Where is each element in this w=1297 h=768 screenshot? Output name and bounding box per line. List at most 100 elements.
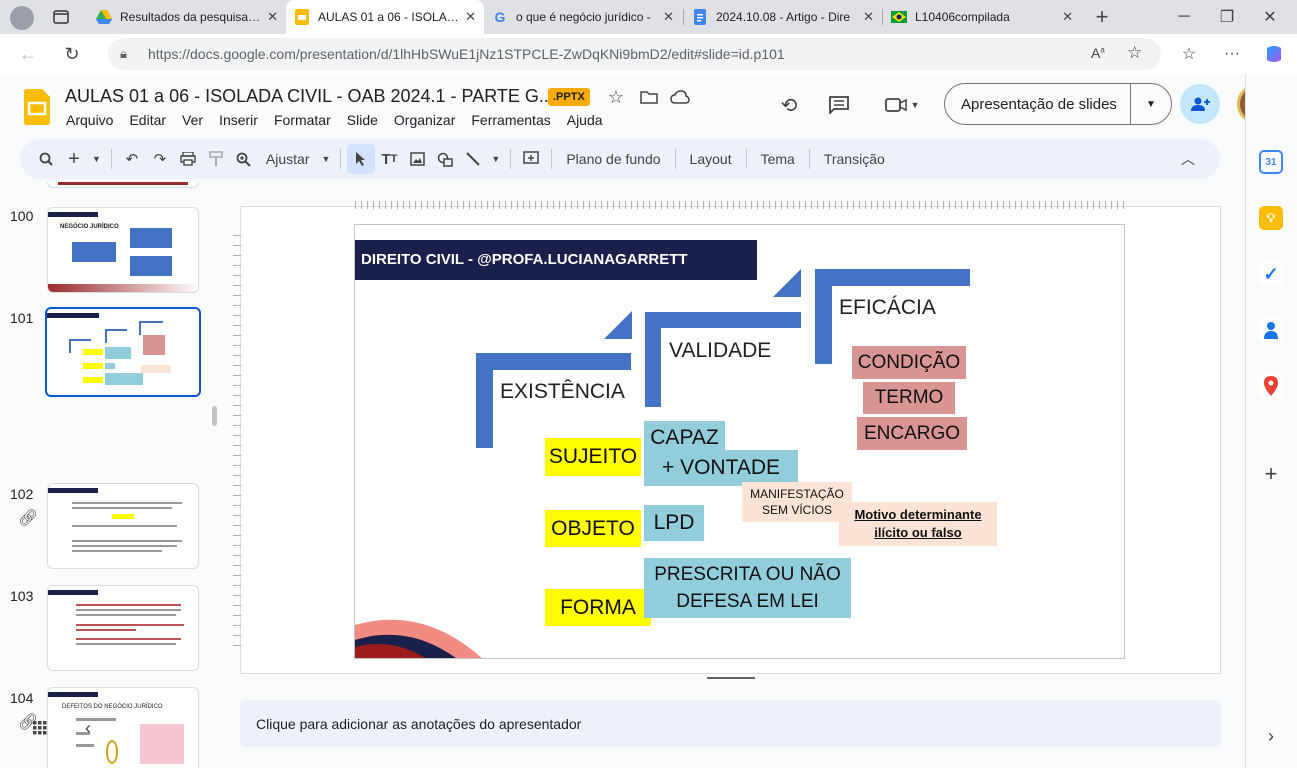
req-motivo: Motivo determinante ilícito ou falso <box>839 502 997 546</box>
meet-video-icon[interactable]: ▼ <box>880 92 924 118</box>
minimize-icon[interactable]: ─ <box>1172 5 1196 29</box>
close-tab-icon[interactable]: ✕ <box>267 9 278 25</box>
notes-resize-handle[interactable] <box>707 677 755 679</box>
decorative-swoosh <box>355 585 495 658</box>
browser-tab[interactable]: Resultados da pesquisa - G ✕ <box>88 0 286 34</box>
tab-actions-icon[interactable] <box>50 6 72 28</box>
browser-tab-active[interactable]: AULAS 01 a 06 - ISOLADA ✕ <box>286 0 484 34</box>
star-icon[interactable]: ☆ <box>605 86 627 108</box>
menu-arquivo[interactable]: Arquivo <box>58 112 121 128</box>
line-icon[interactable] <box>459 144 487 174</box>
site-info-icon[interactable]: 🔒︎ <box>120 46 127 62</box>
tab-title: L10406compilada <box>915 10 1010 24</box>
menu-ver[interactable]: Ver <box>174 112 211 128</box>
favorite-star-icon[interactable]: ☆ <box>1127 43 1142 63</box>
text-box-icon[interactable]: TT <box>375 144 403 174</box>
close-tab-icon[interactable]: ✕ <box>465 9 476 25</box>
slide-thumbnail[interactable]: NEGÓCIO JURÍDICO <box>47 207 199 293</box>
undo-icon[interactable]: ↶ <box>118 144 146 174</box>
url-field[interactable]: 🔒︎ https://docs.google.com/presentation/… <box>108 38 1161 70</box>
restore-icon[interactable]: ❐ <box>1215 5 1239 29</box>
reload-icon[interactable]: ↻ <box>60 42 84 66</box>
background-button[interactable]: Plano de fundo <box>558 151 668 167</box>
shape-icon[interactable] <box>431 144 459 174</box>
expand-panel-icon[interactable]: › <box>1259 724 1283 748</box>
select-cursor-icon[interactable] <box>347 144 376 174</box>
maps-icon[interactable] <box>1259 374 1283 398</box>
new-slide-icon[interactable]: + <box>60 144 88 174</box>
close-tab-icon[interactable]: ✕ <box>1062 9 1073 25</box>
step-label-validade: VALIDADE <box>669 339 772 362</box>
close-tab-icon[interactable]: ✕ <box>663 9 674 25</box>
menu-formatar[interactable]: Formatar <box>266 112 339 128</box>
back-icon[interactable]: ← <box>16 42 40 66</box>
add-addon-icon[interactable]: + <box>1259 461 1283 486</box>
comments-icon[interactable] <box>826 92 852 118</box>
zoom-dropdown-icon[interactable]: ▼ <box>318 144 335 174</box>
tasks-icon[interactable]: ✓ <box>1259 262 1283 286</box>
menu-ajuda[interactable]: Ajuda <box>559 112 611 128</box>
slide-thumbnail-selected[interactable] <box>45 307 201 397</box>
menu-editar[interactable]: Editar <box>121 112 174 128</box>
slideshow-dropdown-icon[interactable]: ▼ <box>1131 99 1171 110</box>
more-menu-icon[interactable]: ··· <box>1220 42 1244 66</box>
menu-inserir[interactable]: Inserir <box>211 112 266 128</box>
collapse-toolbar-icon[interactable]: ︿ <box>1174 144 1202 174</box>
version-history-icon[interactable]: ⟲ <box>776 92 802 118</box>
calendar-icon[interactable]: 31 <box>1259 150 1283 174</box>
grid-view-icon[interactable] <box>30 718 50 738</box>
print-icon[interactable] <box>174 144 202 174</box>
google-slides-logo-icon[interactable] <box>24 89 50 125</box>
keep-icon[interactable]: 💡︎ <box>1259 206 1283 230</box>
paint-format-icon[interactable] <box>202 144 230 174</box>
close-tab-icon[interactable]: ✕ <box>863 9 874 25</box>
menu-slide[interactable]: Slide <box>339 112 386 128</box>
close-window-icon[interactable]: ✕ <box>1258 5 1282 29</box>
insert-image-icon[interactable] <box>403 144 431 174</box>
slide-thumbnail-99[interactable] <box>47 182 199 188</box>
slide-header-text: DIREITO CIVIL - @PROFA.LUCIANAGARRETT <box>361 251 688 268</box>
req-prescrita: PRESCRITA OU NÃO DEFESA EM LEI <box>644 558 851 618</box>
menu-organizar[interactable]: Organizar <box>386 112 463 128</box>
req-manifestacao: MANIFESTAÇÃO SEM VÍCIOS <box>742 482 852 522</box>
slide-number: 102 <box>10 486 34 502</box>
document-title[interactable]: AULAS 01 a 06 - ISOLADA CIVIL - OAB 2024… <box>65 86 554 107</box>
slideshow-label[interactable]: Apresentação de slides <box>945 84 1131 124</box>
slide-number: 100 <box>10 208 34 224</box>
read-aloud-icon[interactable]: Aa <box>1091 45 1105 61</box>
slide-canvas[interactable]: DIREITO CIVIL - @PROFA.LUCIANAGARRETT EX… <box>354 224 1125 659</box>
search-menus-icon[interactable] <box>32 144 60 174</box>
slide-thumbnail[interactable] <box>47 585 199 671</box>
share-person-add-icon[interactable] <box>1180 84 1220 124</box>
speaker-notes[interactable]: Clique para adicionar as anotações do ap… <box>240 700 1221 747</box>
theme-button[interactable]: Tema <box>753 151 803 167</box>
redo-icon[interactable]: ↷ <box>146 144 174 174</box>
collapse-filmstrip-icon[interactable]: ‹ <box>78 718 98 738</box>
zoom-icon[interactable] <box>230 144 258 174</box>
cloud-status-icon[interactable] <box>668 86 692 108</box>
favorites-icon[interactable]: ☆ <box>1177 42 1201 66</box>
new-tab-icon[interactable]: + <box>1090 4 1114 29</box>
browser-tab[interactable]: 2024.10.08 - Artigo - Dire ✕ <box>684 0 882 34</box>
tab-title: Resultados da pesquisa - G <box>120 10 262 24</box>
arrow-notch-1 <box>604 311 632 339</box>
filmstrip-scrollbar[interactable] <box>212 406 217 426</box>
slide-thumbnail[interactable]: DEFEITOS DO NEGÓCIO JURÍDICO <box>47 687 199 768</box>
copilot-icon[interactable] <box>1262 42 1286 66</box>
new-slide-dropdown-icon[interactable]: ▼ <box>88 144 105 174</box>
line-dropdown-icon[interactable]: ▼ <box>487 144 504 174</box>
contacts-icon[interactable] <box>1259 318 1283 342</box>
menu-ferramentas[interactable]: Ferramentas <box>463 112 558 128</box>
browser-tab[interactable]: G o que é negócio jurídico - ✕ <box>484 0 682 34</box>
tab-title: o que é negócio jurídico - <box>516 10 651 24</box>
slide-thumbnail[interactable] <box>47 483 199 569</box>
slideshow-button[interactable]: Apresentação de slides ▼ <box>944 83 1172 125</box>
thumb-title: DEFEITOS DO NEGÓCIO JURÍDICO <box>62 704 163 710</box>
insert-comment-icon[interactable] <box>517 144 545 174</box>
browser-tab[interactable]: L10406compilada ✕ <box>883 0 1081 34</box>
layout-button[interactable]: Layout <box>682 151 740 167</box>
zoom-select[interactable]: Ajustar <box>258 151 318 167</box>
profile-icon[interactable] <box>10 6 34 30</box>
transition-button[interactable]: Transição <box>816 151 893 167</box>
move-folder-icon[interactable] <box>638 86 660 108</box>
